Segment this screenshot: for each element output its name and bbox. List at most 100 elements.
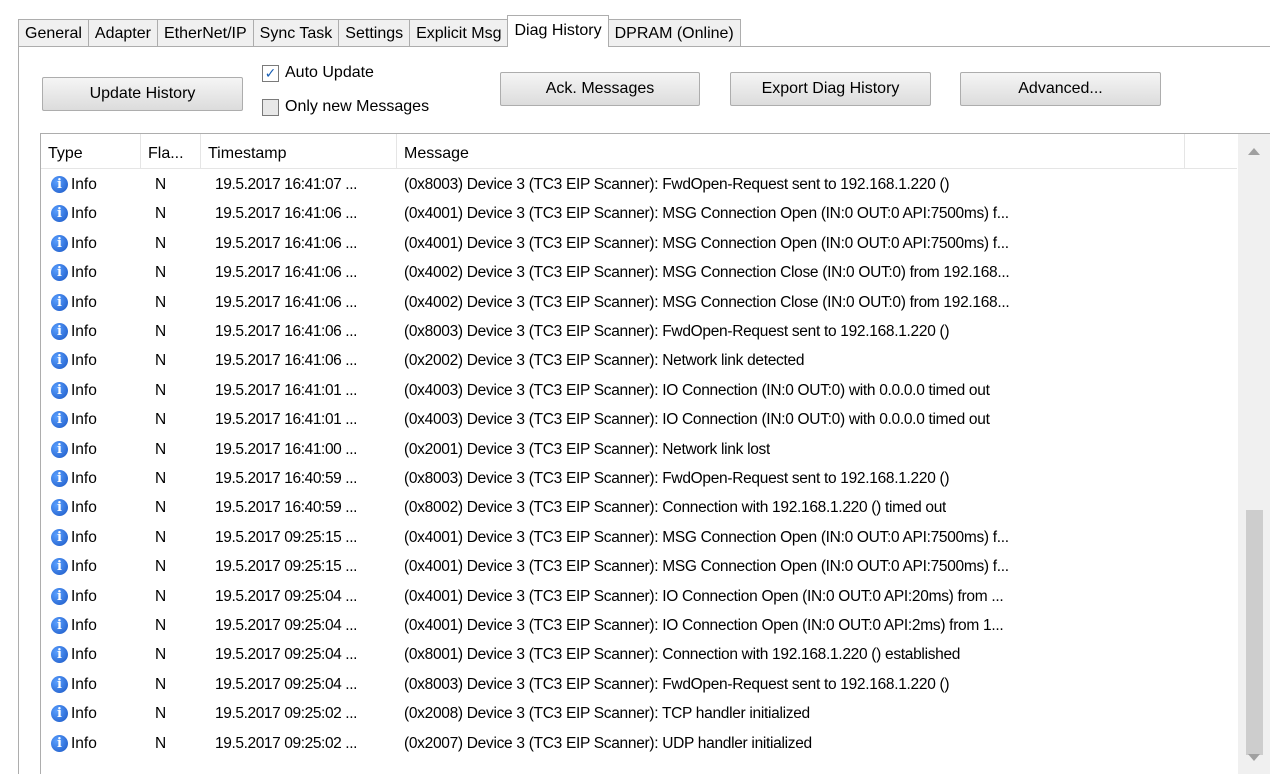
type-cell: i Info [51, 229, 97, 258]
table-row[interactable]: i Info N 19.5.2017 16:41:01 ... (0x4003) Dev… [41, 405, 1237, 434]
flag-cell: N [155, 411, 167, 429]
timestamp-cell: 19.5.2017 09:25:15 ... [215, 528, 358, 546]
tab-diag-history[interactable]: Diag History [507, 15, 609, 47]
tab-settings[interactable]: Settings [339, 19, 411, 47]
type-label: Info [71, 293, 97, 311]
timestamp-cell: 19.5.2017 16:41:06 ... [215, 205, 358, 223]
column-header-timestamp[interactable]: Timestamp [201, 134, 397, 168]
tab-dpram-online[interactable]: DPRAM (Online) [608, 19, 741, 47]
table-row[interactable]: i Info N 19.5.2017 09:25:04 ... (0x8003) Dev… [41, 670, 1237, 699]
tab-ethernet-ip[interactable]: EtherNet/IP [157, 19, 254, 47]
table-row[interactable]: i Info N 19.5.2017 09:25:02 ... (0x2008) Dev… [41, 699, 1237, 728]
table-row[interactable]: i Info N 19.5.2017 16:41:06 ... (0x2002) Dev… [41, 346, 1237, 375]
info-icon: i [51, 587, 68, 605]
type-label: Info [71, 675, 97, 693]
message-cell: (0x8001) Device 3 (TC3 EIP Scanner): Con… [404, 646, 961, 664]
message-cell: (0x8003) Device 3 (TC3 EIP Scanner): Fwd… [404, 675, 950, 693]
message-cell: (0x2008) Device 3 (TC3 EIP Scanner): TCP… [404, 705, 810, 723]
list-header: Type Fla... Timestamp Message [41, 134, 1237, 169]
vertical-scrollbar[interactable] [1238, 134, 1270, 774]
table-row[interactable]: i Info N 19.5.2017 16:40:59 ... (0x8002) Dev… [41, 493, 1237, 522]
flag-cell: N [155, 264, 167, 282]
table-row[interactable]: i Info N 19.5.2017 16:41:06 ... (0x8003) Dev… [41, 317, 1237, 346]
type-cell: i Info [51, 611, 97, 640]
type-label: Info [71, 646, 97, 664]
table-row[interactable]: i Info N 19.5.2017 09:25:04 ... (0x4001) Dev… [41, 611, 1237, 640]
type-cell: i Info [51, 199, 97, 228]
timestamp-cell: 19.5.2017 16:41:06 ... [215, 234, 358, 252]
type-cell: i Info [51, 258, 97, 287]
type-cell: i Info [51, 582, 97, 611]
flag-cell: N [155, 528, 167, 546]
type-label: Info [71, 528, 97, 546]
flag-cell: N [155, 470, 167, 487]
type-label: Info [71, 617, 97, 634]
timestamp-cell: 19.5.2017 09:25:04 ... [215, 646, 358, 664]
message-cell: (0x4001) Device 3 (TC3 EIP Scanner): MSG… [404, 234, 1009, 252]
scroll-thumb[interactable] [1246, 510, 1263, 755]
export-diag-history-button[interactable]: Export Diag History [730, 72, 931, 106]
message-cell: (0x8003) Device 3 (TC3 EIP Scanner): Fwd… [404, 470, 950, 487]
type-label: Info [71, 734, 97, 752]
table-row[interactable]: i Info N 19.5.2017 09:25:04 ... (0x4001) Dev… [41, 582, 1237, 611]
tab-sync-task[interactable]: Sync Task [253, 19, 340, 47]
only-new-messages-checkbox[interactable]: Only new Messages [262, 98, 429, 116]
ack-messages-button[interactable]: Ack. Messages [500, 72, 700, 106]
info-icon: i [51, 234, 68, 252]
table-row[interactable]: i Info N 19.5.2017 16:41:06 ... (0x4001) Dev… [41, 229, 1237, 258]
only-new-checkbox-box [262, 98, 279, 116]
info-icon: i [51, 352, 68, 370]
flag-cell: N [155, 558, 167, 576]
info-icon: i [51, 323, 68, 340]
table-row[interactable]: i Info N 19.5.2017 16:41:06 ... (0x4002) Dev… [41, 288, 1237, 317]
type-label: Info [71, 381, 97, 399]
flag-cell: N [155, 176, 167, 193]
type-cell: i Info [51, 729, 97, 758]
timestamp-cell: 19.5.2017 16:41:07 ... [215, 176, 358, 193]
scroll-down-arrow-icon[interactable] [1248, 754, 1260, 761]
type-cell: i Info [51, 170, 97, 199]
table-row[interactable]: i Info N 19.5.2017 16:41:00 ... (0x2001) Dev… [41, 435, 1237, 464]
message-cell: (0x8003) Device 3 (TC3 EIP Scanner): Fwd… [404, 323, 950, 340]
scroll-up-arrow-icon[interactable] [1248, 148, 1260, 155]
type-cell: i Info [51, 288, 97, 317]
flag-cell: N [155, 499, 167, 517]
info-icon: i [51, 470, 68, 487]
timestamp-cell: 19.5.2017 16:41:06 ... [215, 293, 358, 311]
info-icon: i [51, 646, 68, 664]
column-header-message[interactable]: Message [397, 134, 1185, 168]
advanced-button[interactable]: Advanced... [960, 72, 1161, 106]
message-cell: (0x8003) Device 3 (TC3 EIP Scanner): Fwd… [404, 176, 950, 193]
info-icon: i [51, 176, 68, 193]
diag-history-list[interactable]: Type Fla... Timestamp Message i Info N 19.5… [40, 133, 1270, 774]
tab-explicit-msg[interactable]: Explicit Msg [410, 19, 509, 47]
table-row[interactable]: i Info N 19.5.2017 16:40:59 ... (0x8003) Dev… [41, 464, 1237, 493]
message-cell: (0x2002) Device 3 (TC3 EIP Scanner): Net… [404, 352, 805, 370]
table-row[interactable]: i Info N 19.5.2017 09:25:15 ... (0x4001) Dev… [41, 523, 1237, 552]
tab-adapter[interactable]: Adapter [88, 19, 158, 47]
table-row[interactable]: i Info N 19.5.2017 16:41:07 ... (0x8003) Dev… [41, 170, 1237, 199]
message-cell: (0x4001) Device 3 (TC3 EIP Scanner): IO … [404, 617, 1004, 634]
table-row[interactable]: i Info N 19.5.2017 09:25:15 ... (0x4001) Dev… [41, 552, 1237, 581]
type-cell: i Info [51, 317, 97, 346]
table-row[interactable]: i Info N 19.5.2017 16:41:01 ... (0x4003) Dev… [41, 376, 1237, 405]
tab-general[interactable]: General [18, 19, 89, 47]
column-header-flag[interactable]: Fla... [141, 134, 201, 168]
table-row[interactable]: i Info N 19.5.2017 16:41:06 ... (0x4001) Dev… [41, 199, 1237, 228]
type-label: Info [71, 205, 97, 223]
table-row[interactable]: i Info N 19.5.2017 16:41:06 ... (0x4002) Dev… [41, 258, 1237, 287]
type-cell: i Info [51, 493, 97, 522]
auto-update-checkbox[interactable]: ✓ Auto Update [262, 64, 374, 82]
type-label: Info [71, 587, 97, 605]
auto-update-check-icon: ✓ [262, 64, 279, 82]
timestamp-cell: 19.5.2017 16:40:59 ... [215, 499, 358, 517]
column-header-type[interactable]: Type [41, 134, 141, 168]
type-cell: i Info [51, 346, 97, 375]
timestamp-cell: 19.5.2017 16:41:06 ... [215, 352, 358, 370]
table-row[interactable]: i Info N 19.5.2017 09:25:02 ... (0x2007) Dev… [41, 729, 1237, 758]
info-icon: i [51, 264, 68, 282]
table-row[interactable]: i Info N 19.5.2017 09:25:04 ... (0x8001) Dev… [41, 640, 1237, 669]
type-cell: i Info [51, 670, 97, 699]
update-history-button[interactable]: Update History [42, 77, 243, 111]
type-cell: i Info [51, 699, 97, 728]
